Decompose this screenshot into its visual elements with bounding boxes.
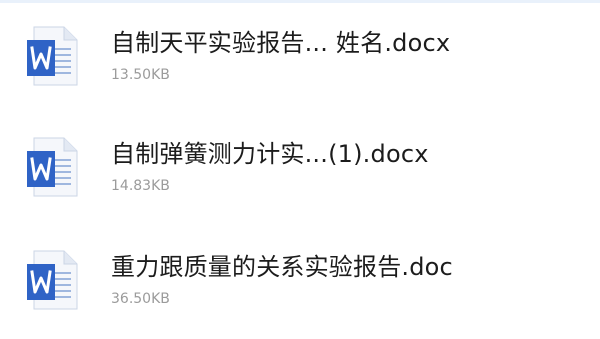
file-name: 自制天平实验报告... 姓名.docx [111, 29, 451, 57]
file-list-item[interactable]: 自制天平实验报告... 姓名.docx 13.50KB [0, 0, 600, 100]
word-doc-icon [26, 137, 78, 197]
file-list-item[interactable]: 自制弹簧测力计实...(1).docx 14.83KB [0, 111, 600, 211]
file-list: 自制天平实验报告... 姓名.docx 13.50KB 自制弹簧测力计实...(… [0, 0, 600, 339]
file-size: 13.50KB [111, 67, 170, 83]
file-size: 14.83KB [111, 178, 170, 194]
file-name: 重力跟质量的关系实验报告.doc [111, 253, 453, 281]
file-size: 36.50KB [111, 291, 170, 307]
file-list-item[interactable]: 重力跟质量的关系实验报告.doc 36.50KB [0, 224, 600, 324]
file-name: 自制弹簧测力计实...(1).docx [111, 140, 429, 168]
word-doc-icon [26, 250, 78, 310]
word-doc-icon [26, 26, 78, 86]
